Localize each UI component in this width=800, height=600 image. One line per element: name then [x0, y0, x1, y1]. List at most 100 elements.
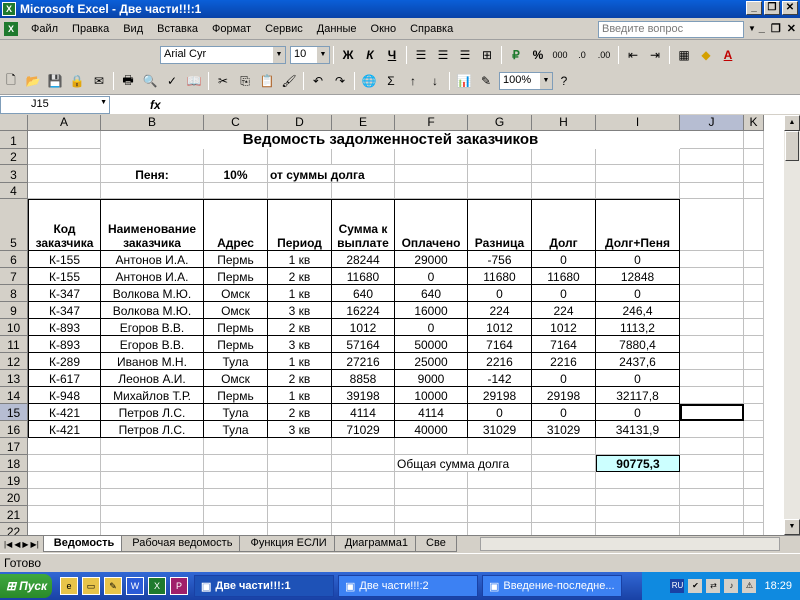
cell[interactable]	[532, 149, 596, 165]
table-cell[interactable]: 2437,6	[596, 353, 680, 370]
table-cell[interactable]: 1113,2	[596, 319, 680, 336]
cell[interactable]	[596, 183, 680, 199]
cell[interactable]	[532, 165, 596, 183]
cell[interactable]	[744, 149, 764, 165]
email-icon[interactable]: ✉	[88, 70, 110, 92]
fx-icon[interactable]: fx	[150, 98, 161, 112]
cell[interactable]	[532, 523, 596, 535]
font-color-icon[interactable]: A	[717, 44, 739, 66]
active-cell[interactable]	[680, 404, 744, 421]
chevron-down-icon[interactable]: ▼	[317, 47, 329, 63]
table-cell[interactable]: 224	[532, 302, 596, 319]
table-cell[interactable]: Егоров В.В.	[101, 319, 204, 336]
row-header[interactable]: 19	[0, 472, 28, 489]
network-icon[interactable]: ⇄	[706, 579, 721, 593]
cell[interactable]	[680, 370, 744, 387]
cell[interactable]	[596, 472, 680, 489]
row-header[interactable]: 15	[0, 404, 28, 421]
formula-input[interactable]	[161, 96, 800, 114]
row-header[interactable]: 7	[0, 268, 28, 285]
table-cell[interactable]: 0	[596, 370, 680, 387]
table-cell[interactable]: 2 кв	[268, 268, 332, 285]
table-cell[interactable]: 224	[468, 302, 532, 319]
column-header[interactable]: H	[532, 115, 596, 131]
autosum-icon[interactable]: Σ	[380, 70, 402, 92]
cell[interactable]	[744, 506, 764, 523]
cell[interactable]	[28, 165, 101, 183]
table-cell[interactable]: 10000	[395, 387, 468, 404]
table-header[interactable]: Долг+Пеня	[596, 199, 680, 251]
table-cell[interactable]: 0	[395, 319, 468, 336]
table-cell[interactable]: 11680	[532, 268, 596, 285]
table-cell[interactable]: 34131,9	[596, 421, 680, 438]
decrease-indent-icon[interactable]: ⇤	[622, 44, 644, 66]
table-cell[interactable]: -142	[468, 370, 532, 387]
word-icon[interactable]: W	[126, 577, 144, 595]
table-cell[interactable]: 71029	[332, 421, 395, 438]
row-header[interactable]: 9	[0, 302, 28, 319]
column-header[interactable]: K	[744, 115, 764, 131]
total-label[interactable]: Общая сумма долга	[395, 455, 532, 472]
table-cell[interactable]: 2 кв	[268, 319, 332, 336]
cell[interactable]	[101, 506, 204, 523]
table-header[interactable]: Оплачено	[395, 199, 468, 251]
cell[interactable]	[268, 506, 332, 523]
sort-descending-icon[interactable]: ↓	[424, 70, 446, 92]
taskbar-button-excel-2[interactable]: ▣ Две части!!!:2	[338, 575, 478, 597]
help-icon[interactable]: ?	[553, 70, 575, 92]
table-cell[interactable]: 0	[532, 251, 596, 268]
save-icon[interactable]: 💾	[44, 70, 66, 92]
table-cell[interactable]: Антонов И.А.	[101, 268, 204, 285]
open-folder-icon[interactable]: 📂	[22, 70, 44, 92]
tab-vedomost[interactable]: Ведомость	[42, 536, 126, 552]
cell[interactable]	[101, 489, 204, 506]
cell[interactable]	[744, 336, 764, 353]
table-cell[interactable]: 7164	[468, 336, 532, 353]
permission-icon[interactable]: 🔒	[66, 70, 88, 92]
undo-icon[interactable]: ↶	[307, 70, 329, 92]
table-header[interactable]: Наименование заказчика	[101, 199, 204, 251]
cell[interactable]	[332, 523, 395, 535]
cell[interactable]	[268, 455, 332, 472]
cell[interactable]	[744, 353, 764, 370]
chevron-down-icon[interactable]: ▼	[748, 24, 756, 33]
table-cell[interactable]: 3 кв	[268, 421, 332, 438]
volume-icon[interactable]: ♪	[724, 579, 739, 593]
cell[interactable]	[596, 165, 680, 183]
table-cell[interactable]: К-155	[28, 251, 101, 268]
row-header[interactable]: 17	[0, 438, 28, 455]
table-cell[interactable]: 12848	[596, 268, 680, 285]
sheet-title[interactable]: Ведомость задолженностей заказчиков	[101, 131, 680, 149]
select-all-corner[interactable]	[0, 115, 28, 131]
cell[interactable]	[596, 149, 680, 165]
cell[interactable]	[204, 183, 268, 199]
row-header[interactable]: 1	[0, 131, 28, 149]
security-icon[interactable]: ⚠	[742, 579, 757, 593]
cell[interactable]	[744, 489, 764, 506]
doc-minimize-button[interactable]: _	[759, 22, 765, 35]
cell[interactable]	[268, 438, 332, 455]
scroll-thumb[interactable]	[785, 131, 799, 161]
table-cell[interactable]: 11680	[468, 268, 532, 285]
cell[interactable]	[28, 455, 101, 472]
cell[interactable]	[468, 183, 532, 199]
cell[interactable]	[395, 472, 468, 489]
cell[interactable]	[680, 472, 744, 489]
menu-file[interactable]: Файл	[24, 23, 65, 35]
cell[interactable]	[744, 251, 764, 268]
folder-icon[interactable]: ▭	[82, 577, 100, 595]
table-cell[interactable]: Тула	[204, 353, 268, 370]
menu-insert[interactable]: Вставка	[150, 23, 205, 35]
cell[interactable]	[28, 506, 101, 523]
copy-icon[interactable]: ⎘	[234, 70, 256, 92]
cell[interactable]	[680, 302, 744, 319]
cell[interactable]	[332, 506, 395, 523]
row-header[interactable]: 11	[0, 336, 28, 353]
table-cell[interactable]: 0	[395, 268, 468, 285]
table-header[interactable]: Код заказчика	[28, 199, 101, 251]
increase-indent-icon[interactable]: ⇥	[644, 44, 666, 66]
cell[interactable]	[532, 438, 596, 455]
table-cell[interactable]: Тула	[204, 404, 268, 421]
cell[interactable]	[468, 472, 532, 489]
publisher-icon[interactable]: P	[170, 577, 188, 595]
